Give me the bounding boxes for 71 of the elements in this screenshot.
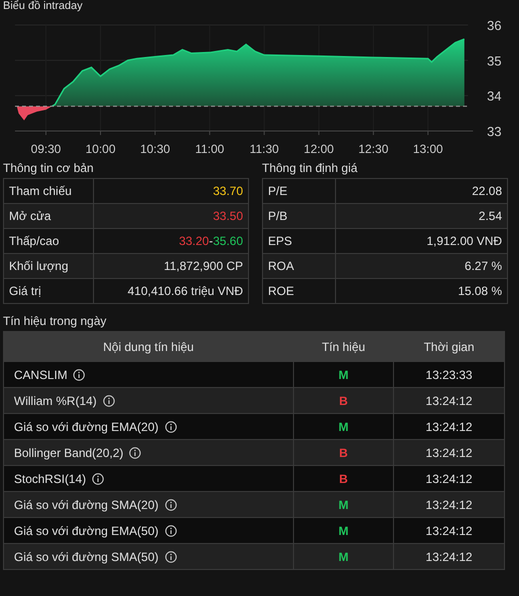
table-cell: 13:23:33 bbox=[394, 362, 504, 388]
table-cell: Khối lượng bbox=[4, 254, 94, 278]
table-cell: 6.27 % bbox=[336, 254, 508, 278]
x-tick-label: 11:00 bbox=[195, 142, 224, 156]
table-cell: P/E bbox=[262, 178, 336, 204]
signal-name: Giá so với đường EMA(50) bbox=[14, 524, 158, 538]
x-tick-label: 10:30 bbox=[140, 142, 170, 156]
chart-title: Biểu đồ intraday bbox=[3, 0, 84, 13]
table-cell: 15.08 % bbox=[336, 278, 508, 304]
x-tick-label: 12:00 bbox=[304, 142, 334, 156]
table-cell: 22.08 bbox=[336, 178, 508, 204]
x-tick-label: 11:30 bbox=[250, 142, 279, 156]
y-tick-label: 35 bbox=[487, 53, 502, 68]
table-cell: 33.20-35.60 bbox=[94, 228, 248, 254]
table-cell: Giá trị bbox=[4, 278, 94, 304]
table-cell: M bbox=[294, 518, 394, 544]
table-cell: EPS bbox=[262, 228, 336, 254]
table-cell: 410,410.66 triệu VNĐ bbox=[94, 278, 248, 304]
info-icon[interactable] bbox=[92, 472, 104, 484]
table-cell: 13:24:12 bbox=[394, 466, 504, 492]
table-cell: 1,912.00 VNĐ bbox=[336, 228, 508, 254]
table-cell: M bbox=[294, 414, 394, 440]
info-icon[interactable] bbox=[164, 524, 176, 536]
table-cell: Thấp/cao bbox=[4, 228, 94, 254]
column-header: Thời gian bbox=[394, 332, 504, 362]
table-cell: ROE bbox=[262, 278, 336, 304]
table-cell: B bbox=[294, 388, 394, 414]
info-icon[interactable] bbox=[164, 498, 176, 510]
info-icon[interactable] bbox=[129, 446, 142, 458]
x-tick-label: 10:00 bbox=[86, 142, 116, 156]
table-cell: 13:24:12 bbox=[394, 414, 504, 440]
section-title: Tín hiệu trong ngày bbox=[3, 313, 108, 330]
column-header: Tín hiệu bbox=[294, 332, 394, 362]
info-icon[interactable] bbox=[102, 394, 115, 406]
table-cell: ROA bbox=[262, 254, 336, 278]
x-tick-label: 12:30 bbox=[358, 142, 388, 156]
y-tick-label: 36 bbox=[487, 18, 502, 33]
table-cell: B bbox=[294, 466, 394, 492]
table-cell: M bbox=[294, 362, 394, 388]
info-icon[interactable] bbox=[164, 550, 176, 562]
y-tick-label: 34 bbox=[487, 88, 502, 104]
signal-name: Giá so với đường SMA(50) bbox=[14, 550, 158, 564]
table-cell: M bbox=[294, 544, 394, 570]
section-title: Thông tin định giá bbox=[262, 160, 358, 177]
table-cell: M bbox=[294, 492, 394, 518]
table-cell: 2.54 bbox=[336, 204, 508, 228]
info-icon[interactable] bbox=[164, 420, 176, 432]
table-cell: 13:24:12 bbox=[394, 518, 504, 544]
table-cell: P/B bbox=[262, 204, 336, 228]
signal-name: Giá so với đường EMA(20) bbox=[14, 420, 158, 434]
table-cell: Mở cửa bbox=[4, 204, 94, 228]
signal-name: William %R(14) bbox=[14, 394, 97, 408]
table-cell: B bbox=[294, 440, 394, 466]
table-cell: 33.50 bbox=[94, 204, 248, 228]
table-cell: 11,872,900 CP bbox=[94, 254, 248, 278]
table-cell: 33.70 bbox=[94, 178, 248, 204]
table-cell: 13:24:12 bbox=[394, 388, 504, 414]
table-cell: Tham chiếu bbox=[4, 178, 94, 204]
signal-name: Giá so với đường SMA(20) bbox=[14, 498, 158, 512]
table-cell: 13:24:12 bbox=[394, 544, 504, 570]
section-title: Thông tin cơ bản bbox=[3, 160, 95, 177]
column-header: Nội dung tín hiệu bbox=[4, 332, 294, 362]
table-cell: 13:24:12 bbox=[394, 440, 504, 466]
info-icon[interactable] bbox=[73, 368, 86, 380]
x-tick-label: 09:30 bbox=[30, 142, 61, 156]
table-cell: 13:24:12 bbox=[394, 492, 504, 518]
signal-name: CANSLIM bbox=[14, 368, 68, 382]
signal-name: Bollinger Band(20,2) bbox=[14, 446, 124, 460]
signal-name: StochRSI(14) bbox=[14, 472, 86, 486]
y-tick-label: 33 bbox=[487, 124, 502, 139]
x-tick-label: 13:00 bbox=[412, 142, 443, 156]
